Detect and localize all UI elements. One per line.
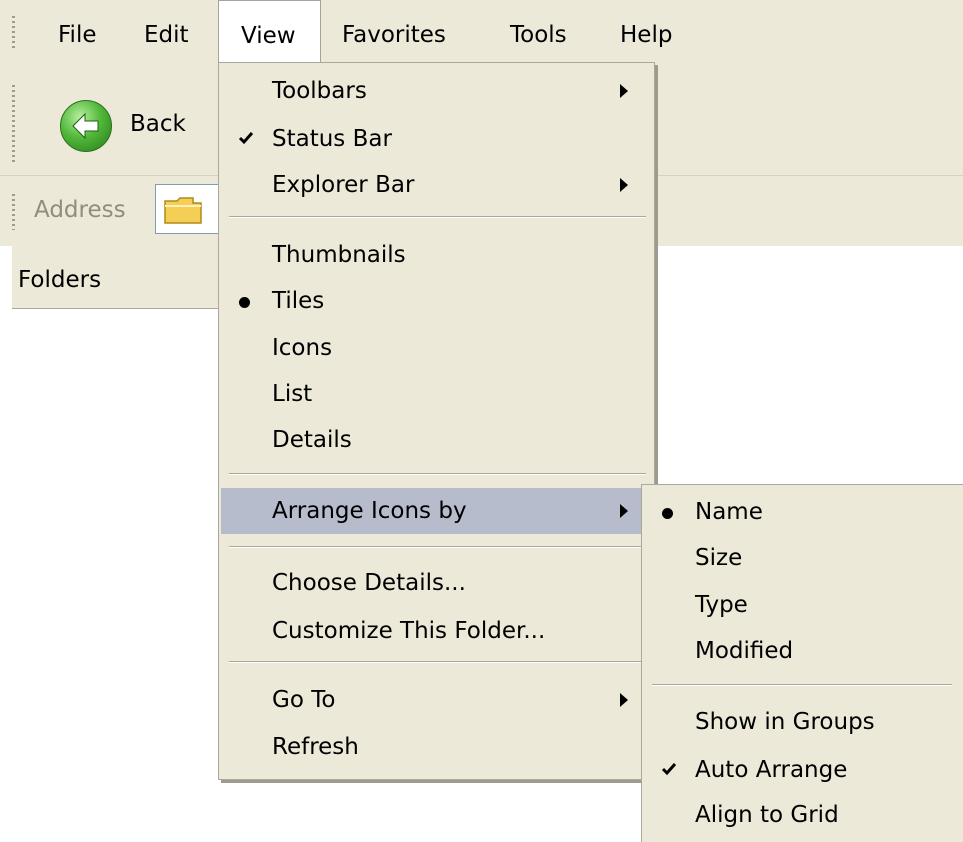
menu-item-label: Icons xyxy=(272,335,333,361)
menu-separator xyxy=(229,661,646,663)
menu-help[interactable]: Help xyxy=(620,0,672,63)
address-label: Address xyxy=(34,197,126,223)
addressbar-grip[interactable] xyxy=(12,194,15,230)
menu-item-status-bar[interactable]: Status Bar xyxy=(221,116,650,162)
menu-item-refresh[interactable]: Refresh xyxy=(221,724,650,770)
menu-separator xyxy=(229,216,646,218)
submenu-item-align-to-grid[interactable]: Align to Grid xyxy=(644,792,963,838)
menu-item-details[interactable]: Details xyxy=(221,417,650,463)
menubar-grip[interactable] xyxy=(12,16,15,50)
menu-item-icons[interactable]: Icons xyxy=(221,325,650,371)
menu-item-label: Type xyxy=(695,592,748,618)
menu-item-label: Size xyxy=(695,545,743,571)
menu-item-label: Refresh xyxy=(272,734,359,760)
folder-icon xyxy=(163,195,203,225)
checkmark-icon xyxy=(661,763,677,776)
menu-separator xyxy=(229,473,646,475)
menu-bar: File Edit View Favorites Tools Help xyxy=(0,0,963,63)
submenu-item-auto-arrange[interactable]: Auto Arrange xyxy=(644,747,963,793)
menu-edit[interactable]: Edit xyxy=(144,0,189,63)
submenu-item-modified[interactable]: Modified xyxy=(644,628,963,674)
arrange-icons-submenu: Name Size Type Modified Show in Groups A… xyxy=(641,484,963,842)
back-arrow-icon[interactable] xyxy=(60,100,112,152)
menu-item-label: Choose Details... xyxy=(272,570,466,596)
menu-item-label: Explorer Bar xyxy=(272,172,415,198)
menu-item-label: Tiles xyxy=(272,288,325,314)
menu-item-customize-folder[interactable]: Customize This Folder... xyxy=(221,608,650,654)
menu-separator xyxy=(652,684,952,686)
submenu-item-name[interactable]: Name xyxy=(644,489,963,535)
menu-item-choose-details[interactable]: Choose Details... xyxy=(221,560,650,606)
checkmark-icon xyxy=(238,132,254,145)
submenu-item-size[interactable]: Size xyxy=(644,535,963,581)
submenu-arrow-icon xyxy=(620,693,628,707)
toolbar-grip[interactable] xyxy=(12,85,15,165)
menu-item-explorer-bar[interactable]: Explorer Bar xyxy=(221,162,650,208)
menu-item-label: Toolbars xyxy=(272,78,367,104)
submenu-arrow-icon xyxy=(620,84,628,98)
menu-item-toolbars[interactable]: Toolbars xyxy=(221,68,650,114)
menu-file[interactable]: File xyxy=(58,0,97,63)
radio-bullet-icon xyxy=(662,508,673,519)
submenu-item-show-in-groups[interactable]: Show in Groups xyxy=(644,699,963,745)
menu-item-list[interactable]: List xyxy=(221,371,650,417)
menu-item-label: Details xyxy=(272,427,352,453)
menu-item-tiles[interactable]: Tiles xyxy=(221,278,650,324)
menu-item-label: List xyxy=(272,381,313,407)
menu-item-label: Thumbnails xyxy=(272,242,406,268)
submenu-item-type[interactable]: Type xyxy=(644,582,963,628)
menu-item-label: Customize This Folder... xyxy=(272,618,546,644)
view-menu: Toolbars Status Bar Explorer Bar Thumbna… xyxy=(218,62,655,780)
menu-view[interactable]: View xyxy=(218,0,321,63)
menu-item-go-to[interactable]: Go To xyxy=(221,677,650,723)
menu-item-thumbnails[interactable]: Thumbnails xyxy=(221,232,650,278)
menu-item-label: Align to Grid xyxy=(695,802,839,828)
menu-separator xyxy=(229,546,646,548)
menu-item-label: Arrange Icons by xyxy=(272,498,467,524)
menu-item-label: Show in Groups xyxy=(695,709,875,735)
menu-item-arrange-icons-by[interactable]: Arrange Icons by xyxy=(221,488,650,534)
menu-item-label: Name xyxy=(695,499,763,525)
folders-pane-title: Folders xyxy=(18,267,102,293)
radio-bullet-icon xyxy=(239,297,250,308)
menu-item-label: Modified xyxy=(695,638,794,664)
menu-item-label: Go To xyxy=(272,687,336,713)
back-button-label[interactable]: Back xyxy=(130,104,186,144)
menu-tools[interactable]: Tools xyxy=(510,0,567,63)
submenu-arrow-icon xyxy=(620,504,628,518)
menu-favorites[interactable]: Favorites xyxy=(342,0,446,63)
menu-item-label: Auto Arrange xyxy=(695,757,848,783)
menu-item-label: Status Bar xyxy=(272,126,392,152)
submenu-arrow-icon xyxy=(620,178,628,192)
